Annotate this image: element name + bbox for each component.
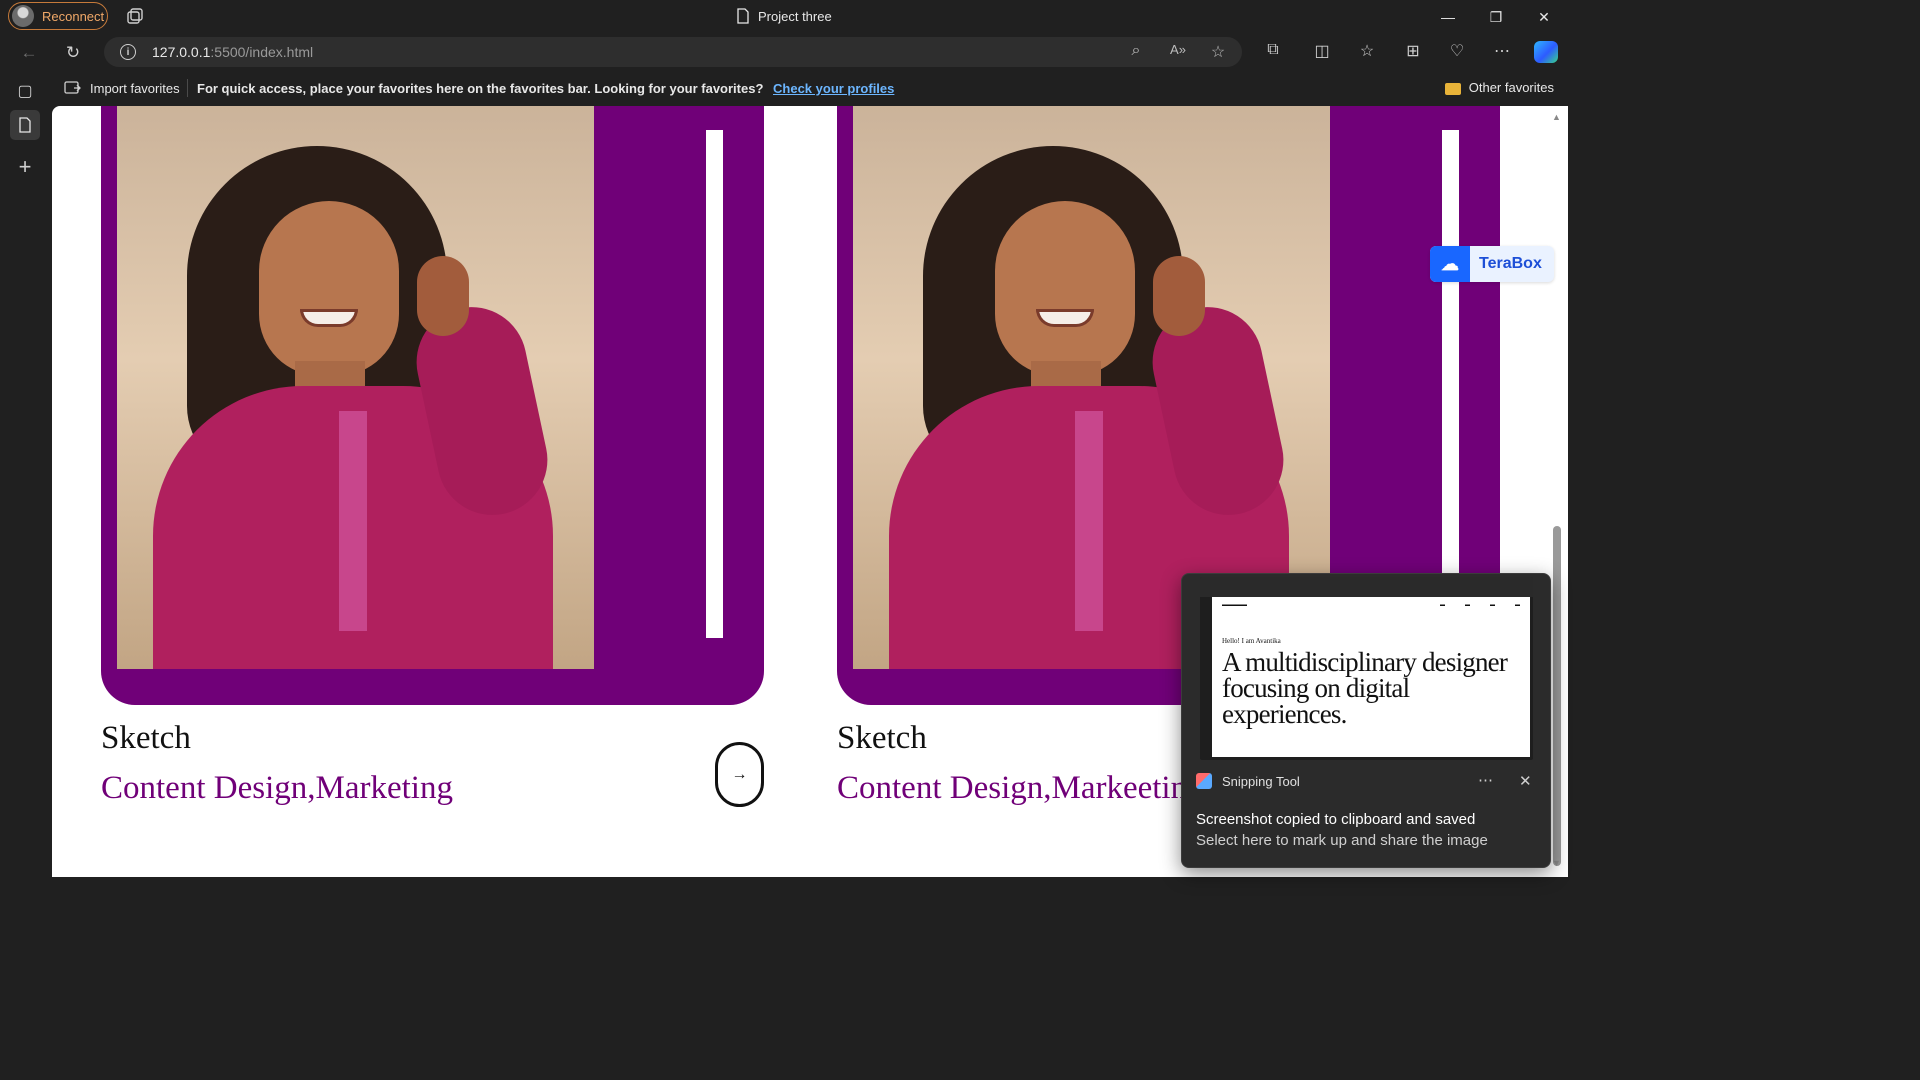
toast-message: Screenshot copied to clipboard and saved <box>1196 811 1476 828</box>
favorites-message: For quick access, place your favorites h… <box>197 81 894 96</box>
import-favorites-label: Import favorites <box>90 80 180 96</box>
address-bar[interactable]: i 127.0.0.1:5500/index.html ⌕ A» ☆ <box>104 37 1242 67</box>
vertical-tabs-sidebar: ▢ + <box>0 70 52 882</box>
read-aloud-icon[interactable]: A» <box>1168 42 1188 62</box>
more-options-icon[interactable]: ⋯ <box>1491 41 1513 63</box>
card-title: Sketch <box>837 720 927 756</box>
split-screen-icon[interactable]: ◫ <box>1311 41 1333 63</box>
terabox-button[interactable]: ☁ TeraBox <box>1430 246 1554 282</box>
restore-icon[interactable]: ❐ <box>1472 0 1520 34</box>
favorites-message-text: For quick access, place your favorites h… <box>197 81 764 96</box>
window-controls: — ❐ ✕ <box>1424 0 1568 34</box>
browser-essentials-icon[interactable]: ♡ <box>1446 41 1468 63</box>
workspaces-icon[interactable] <box>124 6 146 28</box>
copilot-icon[interactable] <box>1534 41 1558 63</box>
other-favorites-label: Other favorites <box>1468 80 1554 95</box>
profile-label: Reconnect <box>42 8 105 24</box>
collections-icon[interactable]: ⊞ <box>1402 41 1424 63</box>
preview-nav: ▬ ▬ ▬ ▬ <box>1440 603 1520 608</box>
extensions-icon[interactable]: ⧉ <box>1262 41 1284 63</box>
back-icon[interactable]: ← <box>16 40 42 66</box>
screenshot-preview[interactable]: ▬▬▬▬▬ ▬ ▬ ▬ ▬ Hello! I am Avantika A multid… <box>1200 577 1533 760</box>
avatar <box>12 5 34 27</box>
title-bar: Reconnect Project three — ❐ ✕ <box>0 0 1568 34</box>
card-image-frame <box>101 106 764 705</box>
other-favorites-button[interactable]: Other favorites <box>1444 80 1554 95</box>
import-favorites-button[interactable]: Import favorites <box>64 80 180 96</box>
tab-page-icon[interactable] <box>10 110 40 140</box>
window-title: Project three <box>736 8 832 24</box>
preview-site-name: ▬▬▬▬▬ <box>1222 603 1247 608</box>
card-title: Sketch <box>101 720 191 756</box>
card-subtitle: Content Design,Markeeting <box>837 770 1204 806</box>
url-text[interactable]: 127.0.0.1:5500/index.html <box>152 44 313 60</box>
close-icon[interactable]: ✕ <box>1519 772 1532 790</box>
close-icon[interactable]: ✕ <box>1520 0 1568 34</box>
more-options-icon[interactable]: ⋯ <box>1478 771 1493 789</box>
refresh-icon[interactable]: ↻ <box>60 40 86 66</box>
favorites-bar: Import favorites For quick access, place… <box>52 70 1568 106</box>
preview-page: ▬▬▬▬▬ ▬ ▬ ▬ ▬ Hello! I am Avantika A multid… <box>1212 597 1530 757</box>
snipping-tool-notification[interactable]: ▬▬▬▬▬ ▬ ▬ ▬ ▬ Hello! I am Avantika A multid… <box>1181 573 1551 868</box>
page-icon <box>737 8 749 24</box>
arrow-right-icon: → <box>731 765 748 783</box>
zoom-icon[interactable]: ⌕ <box>1126 42 1146 62</box>
decorative-bar <box>706 130 723 638</box>
toolbar: ← ↻ i 127.0.0.1:5500/index.html ⌕ A» ☆ ⧉… <box>0 34 1568 70</box>
profile-button[interactable]: Reconnect <box>8 2 108 30</box>
toast-app-name: Snipping Tool <box>1222 773 1300 789</box>
url-path: :5500/index.html <box>210 44 314 60</box>
check-profiles-link[interactable]: Check your profiles <box>773 81 894 96</box>
preview-hello: Hello! I am Avantika <box>1222 637 1281 645</box>
document-icon <box>19 117 31 133</box>
snipping-tool-icon <box>1196 773 1212 789</box>
toast-submessage: Select here to mark up and share the ima… <box>1196 832 1488 849</box>
preview-browser-chrome <box>1200 577 1533 597</box>
cloud-upload-icon: ☁ <box>1430 246 1470 282</box>
favorites-icon[interactable]: ☆ <box>1356 41 1378 63</box>
scrollbar-thumb[interactable] <box>1553 526 1561 866</box>
toast-app-header: Snipping Tool <box>1196 773 1300 789</box>
new-tab-icon[interactable]: + <box>10 152 40 182</box>
decorative-bar <box>1442 130 1459 638</box>
minimize-icon[interactable]: — <box>1424 0 1472 34</box>
terabox-label: TeraBox <box>1479 255 1542 272</box>
tab-actions-icon[interactable]: ▢ <box>10 76 40 106</box>
scroll-up-icon[interactable]: ▲ <box>1552 112 1561 122</box>
folder-icon <box>1444 82 1461 95</box>
favorite-star-icon[interactable]: ☆ <box>1208 42 1228 62</box>
card-subtitle: Content Design,Marketing <box>101 770 453 806</box>
favorites-divider <box>187 79 188 97</box>
portrait-photo <box>117 106 594 669</box>
site-info-icon[interactable]: i <box>120 44 136 60</box>
import-icon <box>64 81 81 94</box>
url-host: 127.0.0.1 <box>152 44 211 60</box>
window-title-text: Project three <box>758 8 832 24</box>
scroll-down-icon[interactable]: ▼ <box>1552 858 1561 868</box>
arrow-button[interactable]: → <box>715 742 764 807</box>
preview-headline: A multidisciplinary designer focusing on… <box>1222 647 1508 729</box>
